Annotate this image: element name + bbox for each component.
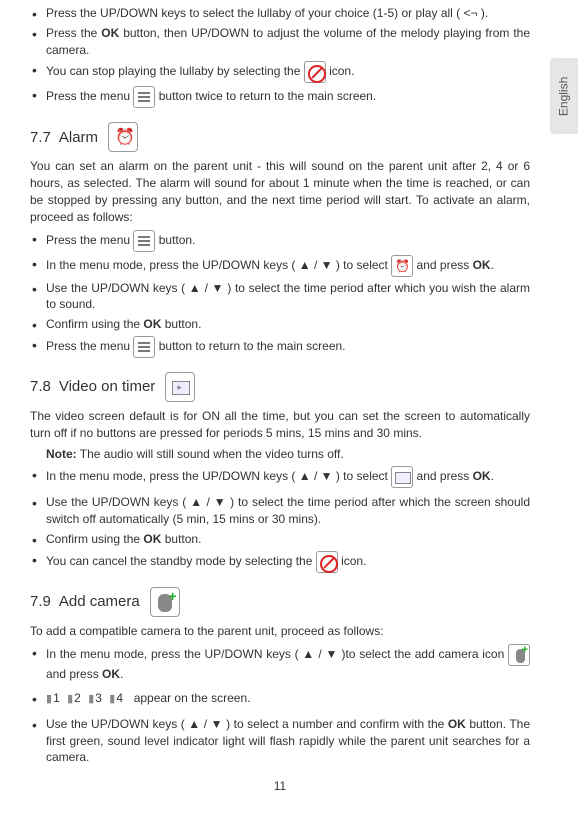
section-7-8-intro: The video screen default is for ON all t… (30, 408, 530, 442)
camera-number-icon: 3 (88, 690, 102, 707)
list-item: You can stop playing the lullaby by sele… (30, 61, 530, 83)
section-7-9-heading: 7.9Add camera (30, 587, 530, 617)
add-camera-icon (508, 644, 530, 666)
list-item: Use the UP/DOWN keys ( ▲ / ▼ ) to select… (30, 280, 530, 314)
prohibit-icon (316, 551, 338, 573)
list-item: Press the menu button twice to return to… (30, 86, 530, 108)
note: Note: The audio will still sound when th… (30, 446, 530, 463)
list-item: In the menu mode, press the UP/DOWN keys… (30, 466, 530, 488)
menu-icon (133, 230, 155, 252)
alarm-icon (391, 255, 413, 277)
camera-number-icon: 4 (109, 690, 123, 707)
list-item: Use the UP/DOWN keys ( ▲ / ▼ ) to select… (30, 494, 530, 528)
language-tab: English (550, 58, 578, 134)
list-item: Press the UP/DOWN keys to select the lul… (30, 5, 530, 22)
list-item: Confirm using the OK button. (30, 531, 530, 548)
list-item: Press the OK button, then UP/DOWN to adj… (30, 25, 530, 59)
camera-number-icon: 1 (46, 690, 60, 707)
lullaby-instructions: Press the UP/DOWN keys to select the lul… (30, 5, 530, 108)
list-item: Use the UP/DOWN keys ( ▲ / ▼ ) to select… (30, 716, 530, 766)
list-item: 1 2 3 4 appear on the screen. (30, 690, 530, 708)
list-item: Press the menu button. (30, 230, 530, 252)
list-item: In the menu mode, press the UP/DOWN keys… (30, 644, 530, 683)
video-timer-icon (391, 466, 413, 488)
menu-icon (133, 86, 155, 108)
section-7-9-intro: To add a compatible camera to the parent… (30, 623, 530, 640)
page-number: 11 (30, 778, 530, 795)
video-timer-icon (165, 372, 195, 402)
list-item: You can cancel the standby mode by selec… (30, 551, 530, 573)
list-item: Press the menu button to return to the m… (30, 336, 530, 358)
list-item: Confirm using the OK button. (30, 316, 530, 333)
menu-icon (133, 336, 155, 358)
add-camera-instructions: In the menu mode, press the UP/DOWN keys… (30, 644, 530, 767)
section-7-7-intro: You can set an alarm on the parent unit … (30, 158, 530, 225)
alarm-icon (108, 122, 138, 152)
page-content: Press the UP/DOWN keys to select the lul… (0, 0, 578, 795)
video-timer-instructions: In the menu mode, press the UP/DOWN keys… (30, 466, 530, 572)
camera-number-icon: 2 (67, 690, 81, 707)
add-camera-icon (150, 587, 180, 617)
section-7-8-heading: 7.8Video on timer (30, 372, 530, 402)
alarm-instructions: Press the menu button. In the menu mode,… (30, 230, 530, 358)
section-7-7-heading: 7.7Alarm (30, 122, 530, 152)
prohibit-icon (304, 61, 326, 83)
list-item: In the menu mode, press the UP/DOWN keys… (30, 255, 530, 277)
language-label: English (556, 76, 573, 115)
